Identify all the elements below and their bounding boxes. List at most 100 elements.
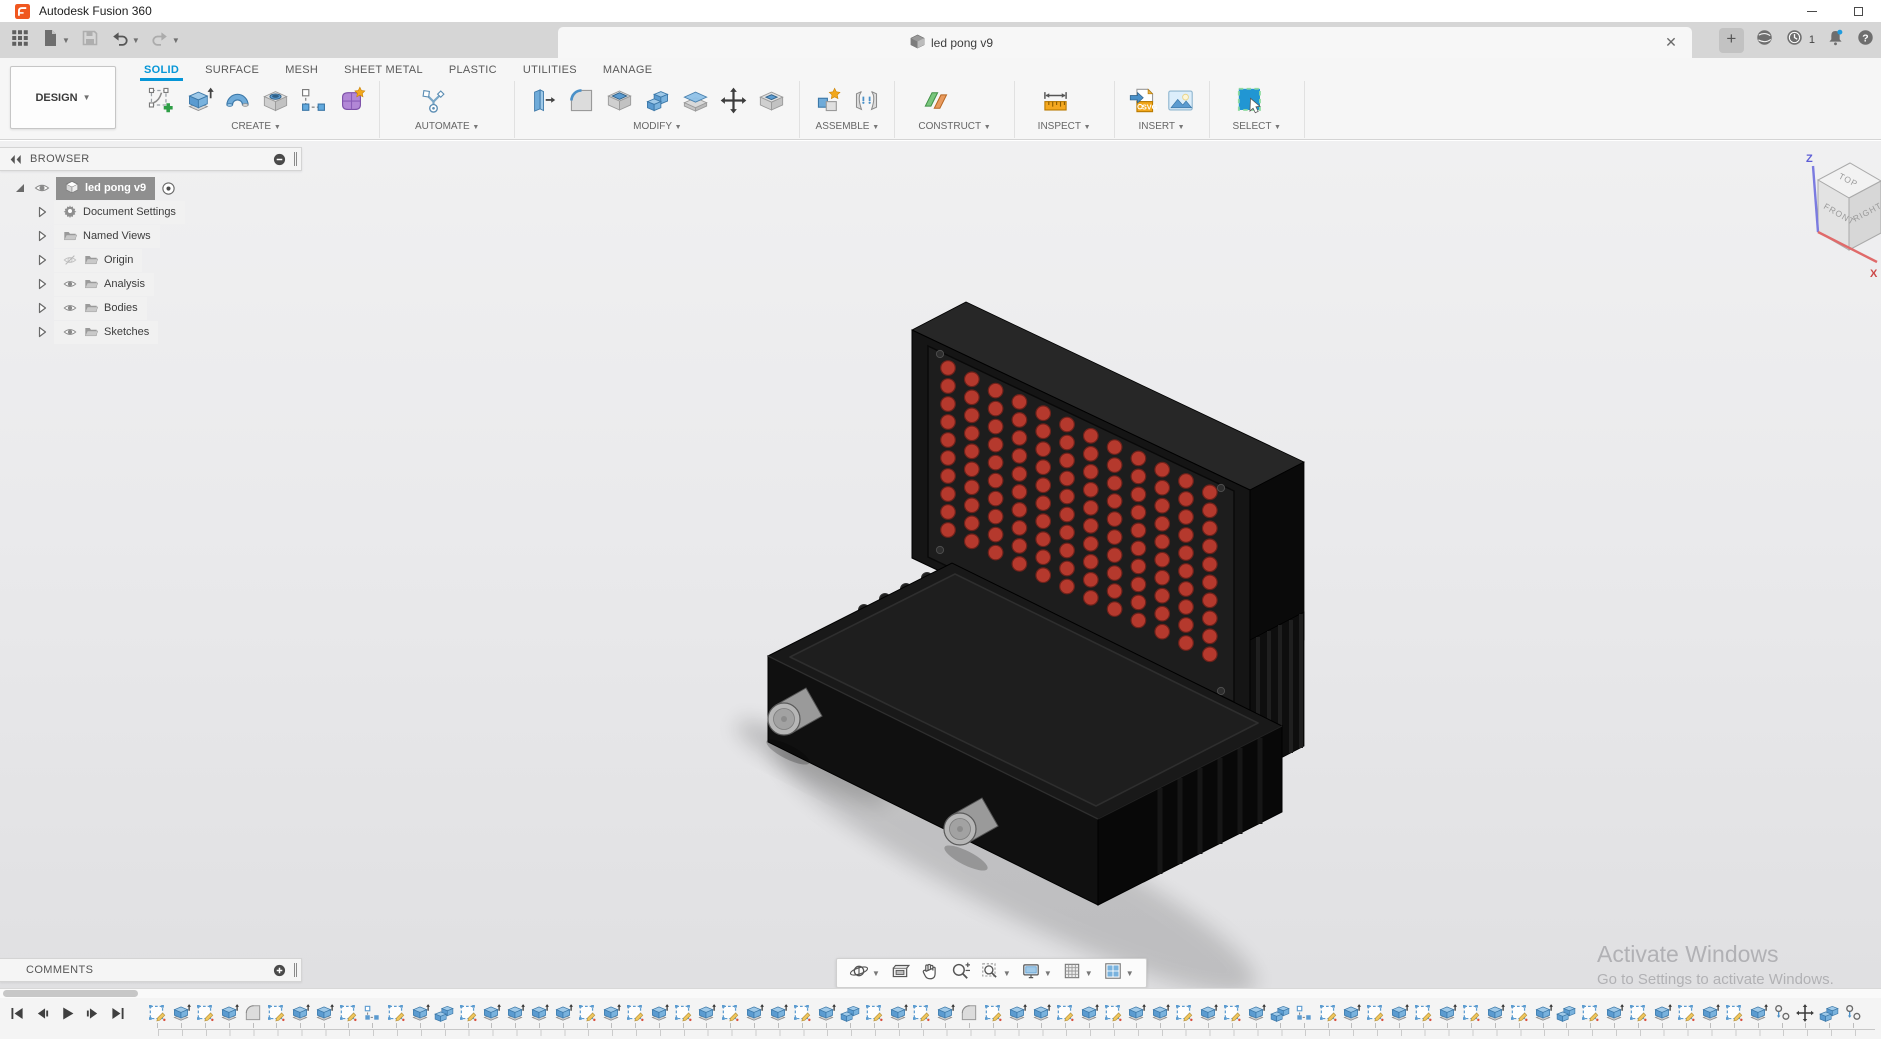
tool-canvas-button[interactable]: [1163, 83, 1199, 119]
chevron-down-icon[interactable]: ▼: [1003, 969, 1011, 978]
chevron-down-icon[interactable]: ▼: [872, 969, 880, 978]
timeline-feature-extrude-24[interactable]: [694, 1003, 718, 1028]
help-icon[interactable]: ?: [1856, 28, 1875, 52]
timeline-feature-combine-71[interactable]: [1817, 1003, 1841, 1028]
tool-split-button[interactable]: [677, 83, 713, 119]
ribbon-group-dropdown[interactable]: CONSTRUCT ▼: [918, 121, 990, 132]
zoom-button[interactable]: [945, 959, 975, 987]
timeline-feature-move-70[interactable]: [1793, 1003, 1817, 1028]
tree-row-document-settings[interactable]: Document Settings: [0, 200, 302, 224]
ribbon-group-dropdown[interactable]: SELECT ▼: [1233, 121, 1281, 132]
tool-revolve-button[interactable]: [219, 83, 255, 119]
timeline-feature-extrude-4[interactable]: [217, 1003, 241, 1028]
redo-button[interactable]: ▼: [145, 25, 185, 55]
job-status-icon[interactable]: [1785, 28, 1804, 52]
timeline-feature-extrude-57[interactable]: [1483, 1003, 1507, 1028]
timeline-feature-sketch-63[interactable]: [1626, 1003, 1650, 1028]
timeline-feature-extrude-34[interactable]: [933, 1003, 957, 1028]
timeline-scroll-thumb[interactable]: [3, 990, 138, 997]
notifications-bell-icon[interactable]: [1826, 28, 1845, 52]
timeline-feature-sketch-19[interactable]: [575, 1003, 599, 1028]
timeline-feature-sketch-1[interactable]: [145, 1003, 169, 1028]
timeline-feature-extrude-55[interactable]: [1435, 1003, 1459, 1028]
timeline-feature-extrude-37[interactable]: [1005, 1003, 1029, 1028]
expand-open-icon[interactable]: [14, 182, 26, 194]
tool-select-button[interactable]: [1233, 83, 1269, 119]
timeline-feature-fillet-5[interactable]: [241, 1003, 265, 1028]
timeline-feature-extrude-51[interactable]: [1340, 1003, 1364, 1028]
save-button[interactable]: [75, 25, 105, 55]
viewports-button[interactable]: ▼: [1098, 959, 1139, 987]
grid-settings-button[interactable]: ▼: [1057, 959, 1098, 987]
workspace-selector[interactable]: DESIGN ▼: [10, 66, 116, 129]
timeline-feature-sketch-56[interactable]: [1459, 1003, 1483, 1028]
timeline-feature-extrude-8[interactable]: [312, 1003, 336, 1028]
play-button[interactable]: [58, 1004, 77, 1023]
timeline-feature-sketch-44[interactable]: [1172, 1003, 1196, 1028]
ribbon-tab-plastic[interactable]: PLASTIC: [436, 58, 510, 81]
file-menu-button[interactable]: ▼: [35, 25, 75, 55]
activate-component-radio[interactable]: [161, 181, 176, 196]
timeline-feature-extrude-2[interactable]: [169, 1003, 193, 1028]
close-tab-button[interactable]: ✕: [1662, 33, 1680, 51]
tool-move-button[interactable]: [715, 83, 751, 119]
pan-button[interactable]: [915, 959, 945, 987]
extensions-icon[interactable]: [1755, 28, 1774, 52]
maximize-button[interactable]: [1835, 0, 1881, 22]
timeline-feature-extrude-47[interactable]: [1244, 1003, 1268, 1028]
go-to-start-button[interactable]: [8, 1004, 27, 1023]
timeline-feature-sketch-54[interactable]: [1411, 1003, 1435, 1028]
step-forward-button[interactable]: [83, 1004, 102, 1023]
timeline-feature-project-72[interactable]: [1841, 1003, 1865, 1028]
timeline-feature-extrude-38[interactable]: [1029, 1003, 1053, 1028]
timeline-feature-combine-48[interactable]: [1268, 1003, 1292, 1028]
timeline-feature-sketch-67[interactable]: [1722, 1003, 1746, 1028]
timeline-feature-extrude-15[interactable]: [479, 1003, 503, 1028]
eye-icon[interactable]: [63, 325, 78, 340]
timeline-feature-sketch-9[interactable]: [336, 1003, 360, 1028]
timeline-feature-sketch-33[interactable]: [910, 1003, 934, 1028]
ribbon-group-dropdown[interactable]: ASSEMBLE ▼: [810, 121, 884, 132]
timeline-feature-extrude-53[interactable]: [1387, 1003, 1411, 1028]
undo-button[interactable]: ▼: [105, 25, 145, 55]
tree-row-sketches[interactable]: Sketches: [0, 320, 302, 344]
tool-joint-button[interactable]: [848, 83, 884, 119]
timeline-feature-extrude-66[interactable]: [1698, 1003, 1722, 1028]
tool-measure-button[interactable]: [1038, 83, 1074, 119]
go-to-end-button[interactable]: [108, 1004, 127, 1023]
timeline-feature-sketch-25[interactable]: [718, 1003, 742, 1028]
eye-hidden-icon[interactable]: [63, 253, 78, 268]
timeline-feature-sketch-21[interactable]: [623, 1003, 647, 1028]
chevron-down-icon[interactable]: ▼: [1044, 969, 1052, 978]
timeline-feature-extrude-16[interactable]: [503, 1003, 527, 1028]
timeline-feature-extrude-64[interactable]: [1650, 1003, 1674, 1028]
ribbon-tab-surface[interactable]: SURFACE: [192, 58, 272, 81]
timeline-feature-sketch-11[interactable]: [384, 1003, 408, 1028]
timeline-feature-pattern-10[interactable]: [360, 1003, 384, 1028]
timeline-feature-extrude-7[interactable]: [288, 1003, 312, 1028]
tool-automate-button[interactable]: [415, 83, 451, 119]
tool-plane-button[interactable]: [918, 83, 954, 119]
timeline-feature-extrude-22[interactable]: [647, 1003, 671, 1028]
ribbon-group-dropdown[interactable]: INSPECT ▼: [1038, 121, 1091, 132]
tree-row-named-views[interactable]: Named Views: [0, 224, 302, 248]
timeline-feature-extrude-45[interactable]: [1196, 1003, 1220, 1028]
tree-row-bodies[interactable]: Bodies: [0, 296, 302, 320]
expand-closed-icon[interactable]: [36, 230, 48, 242]
tool-hole-button[interactable]: [257, 83, 293, 119]
timeline-feature-extrude-17[interactable]: [527, 1003, 551, 1028]
ribbon-tab-manage[interactable]: MANAGE: [590, 58, 665, 81]
timeline-feature-sketch-46[interactable]: [1220, 1003, 1244, 1028]
timeline-feature-sketch-14[interactable]: [456, 1003, 480, 1028]
expand-closed-icon[interactable]: [36, 278, 48, 290]
timeline-feature-extrude-43[interactable]: [1148, 1003, 1172, 1028]
ribbon-group-dropdown[interactable]: INSERT ▼: [1125, 121, 1199, 132]
timeline-feature-extrude-62[interactable]: [1602, 1003, 1626, 1028]
timeline-feature-extrude-59[interactable]: [1531, 1003, 1555, 1028]
timeline-feature-project-69[interactable]: [1770, 1003, 1794, 1028]
timeline-feature-extrude-26[interactable]: [742, 1003, 766, 1028]
tool-new-component-button[interactable]: [810, 83, 846, 119]
tool-combine-button[interactable]: [639, 83, 675, 119]
ribbon-group-dropdown[interactable]: MODIFY ▼: [525, 121, 789, 132]
timeline-feature-sketch-52[interactable]: [1363, 1003, 1387, 1028]
